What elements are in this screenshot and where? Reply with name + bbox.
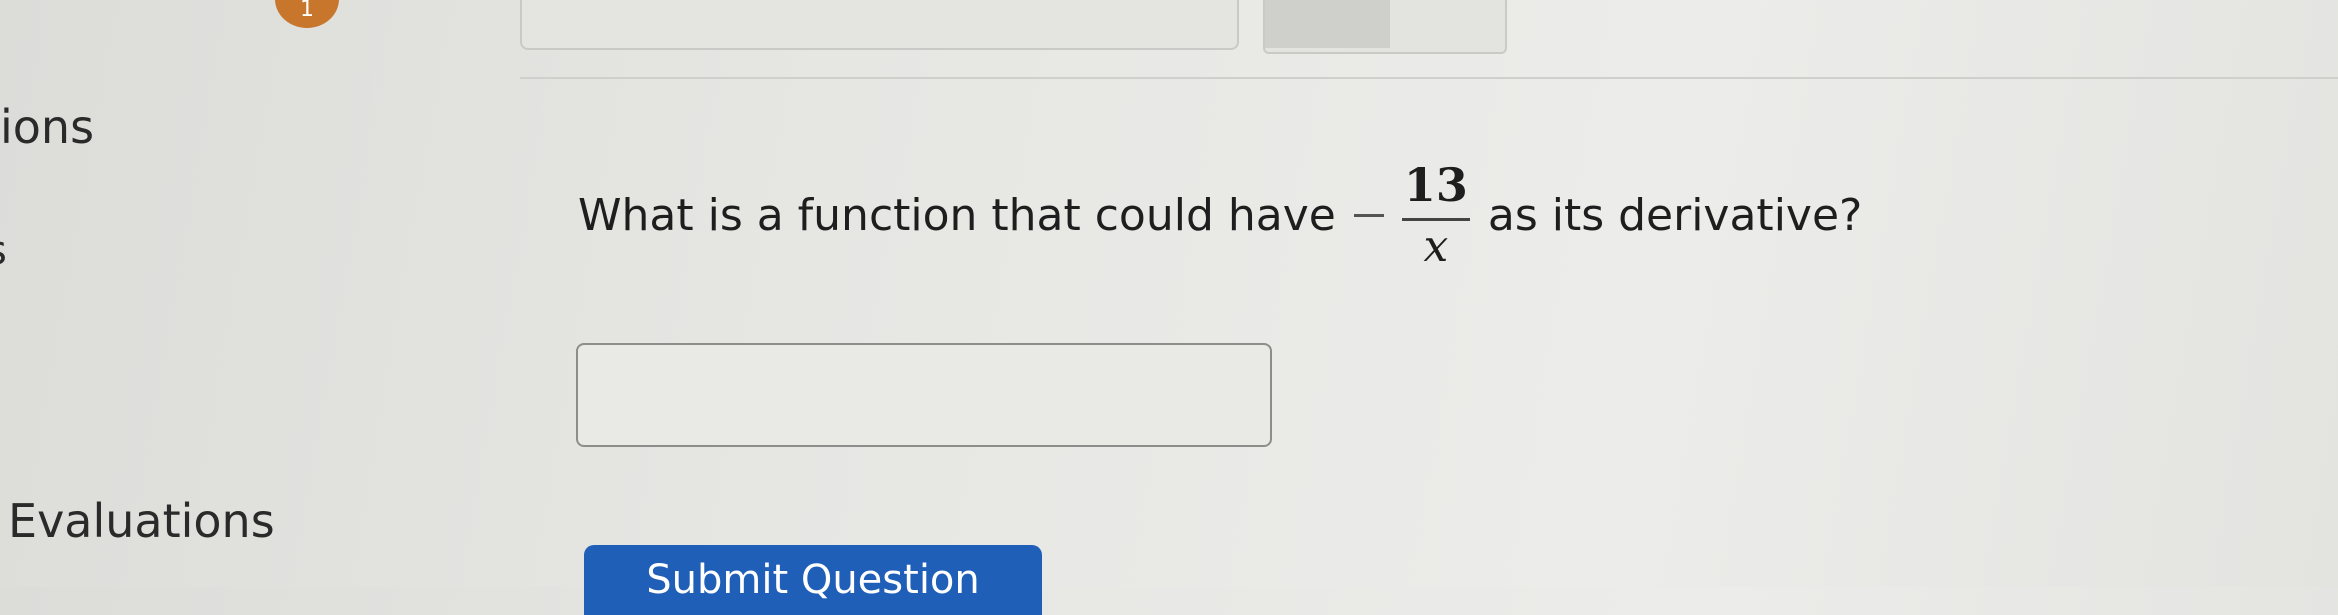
question-number-badge: 1: [275, 0, 339, 28]
top-button-fill: [1265, 0, 1390, 48]
minus-sign: [1353, 214, 1384, 217]
question-text: What is a function that could have 13 x …: [578, 162, 1862, 269]
question-suffix: as its derivative?: [1487, 190, 1863, 241]
divider: [520, 77, 2338, 79]
question-prefix: What is a function that could have: [578, 190, 1336, 241]
top-panel: [520, 0, 1239, 50]
sidebar-item-s[interactable]: s: [0, 228, 7, 274]
submit-question-button[interactable]: Submit Question: [584, 545, 1042, 615]
fraction-denominator: x: [1423, 221, 1449, 272]
answer-input[interactable]: [576, 343, 1272, 447]
sidebar-item-evaluations[interactable]: Evaluations: [8, 494, 275, 548]
fraction: 13 x: [1400, 162, 1472, 269]
sidebar-item-ions[interactable]: ions: [0, 100, 94, 154]
fraction-numerator: 13: [1403, 158, 1468, 212]
